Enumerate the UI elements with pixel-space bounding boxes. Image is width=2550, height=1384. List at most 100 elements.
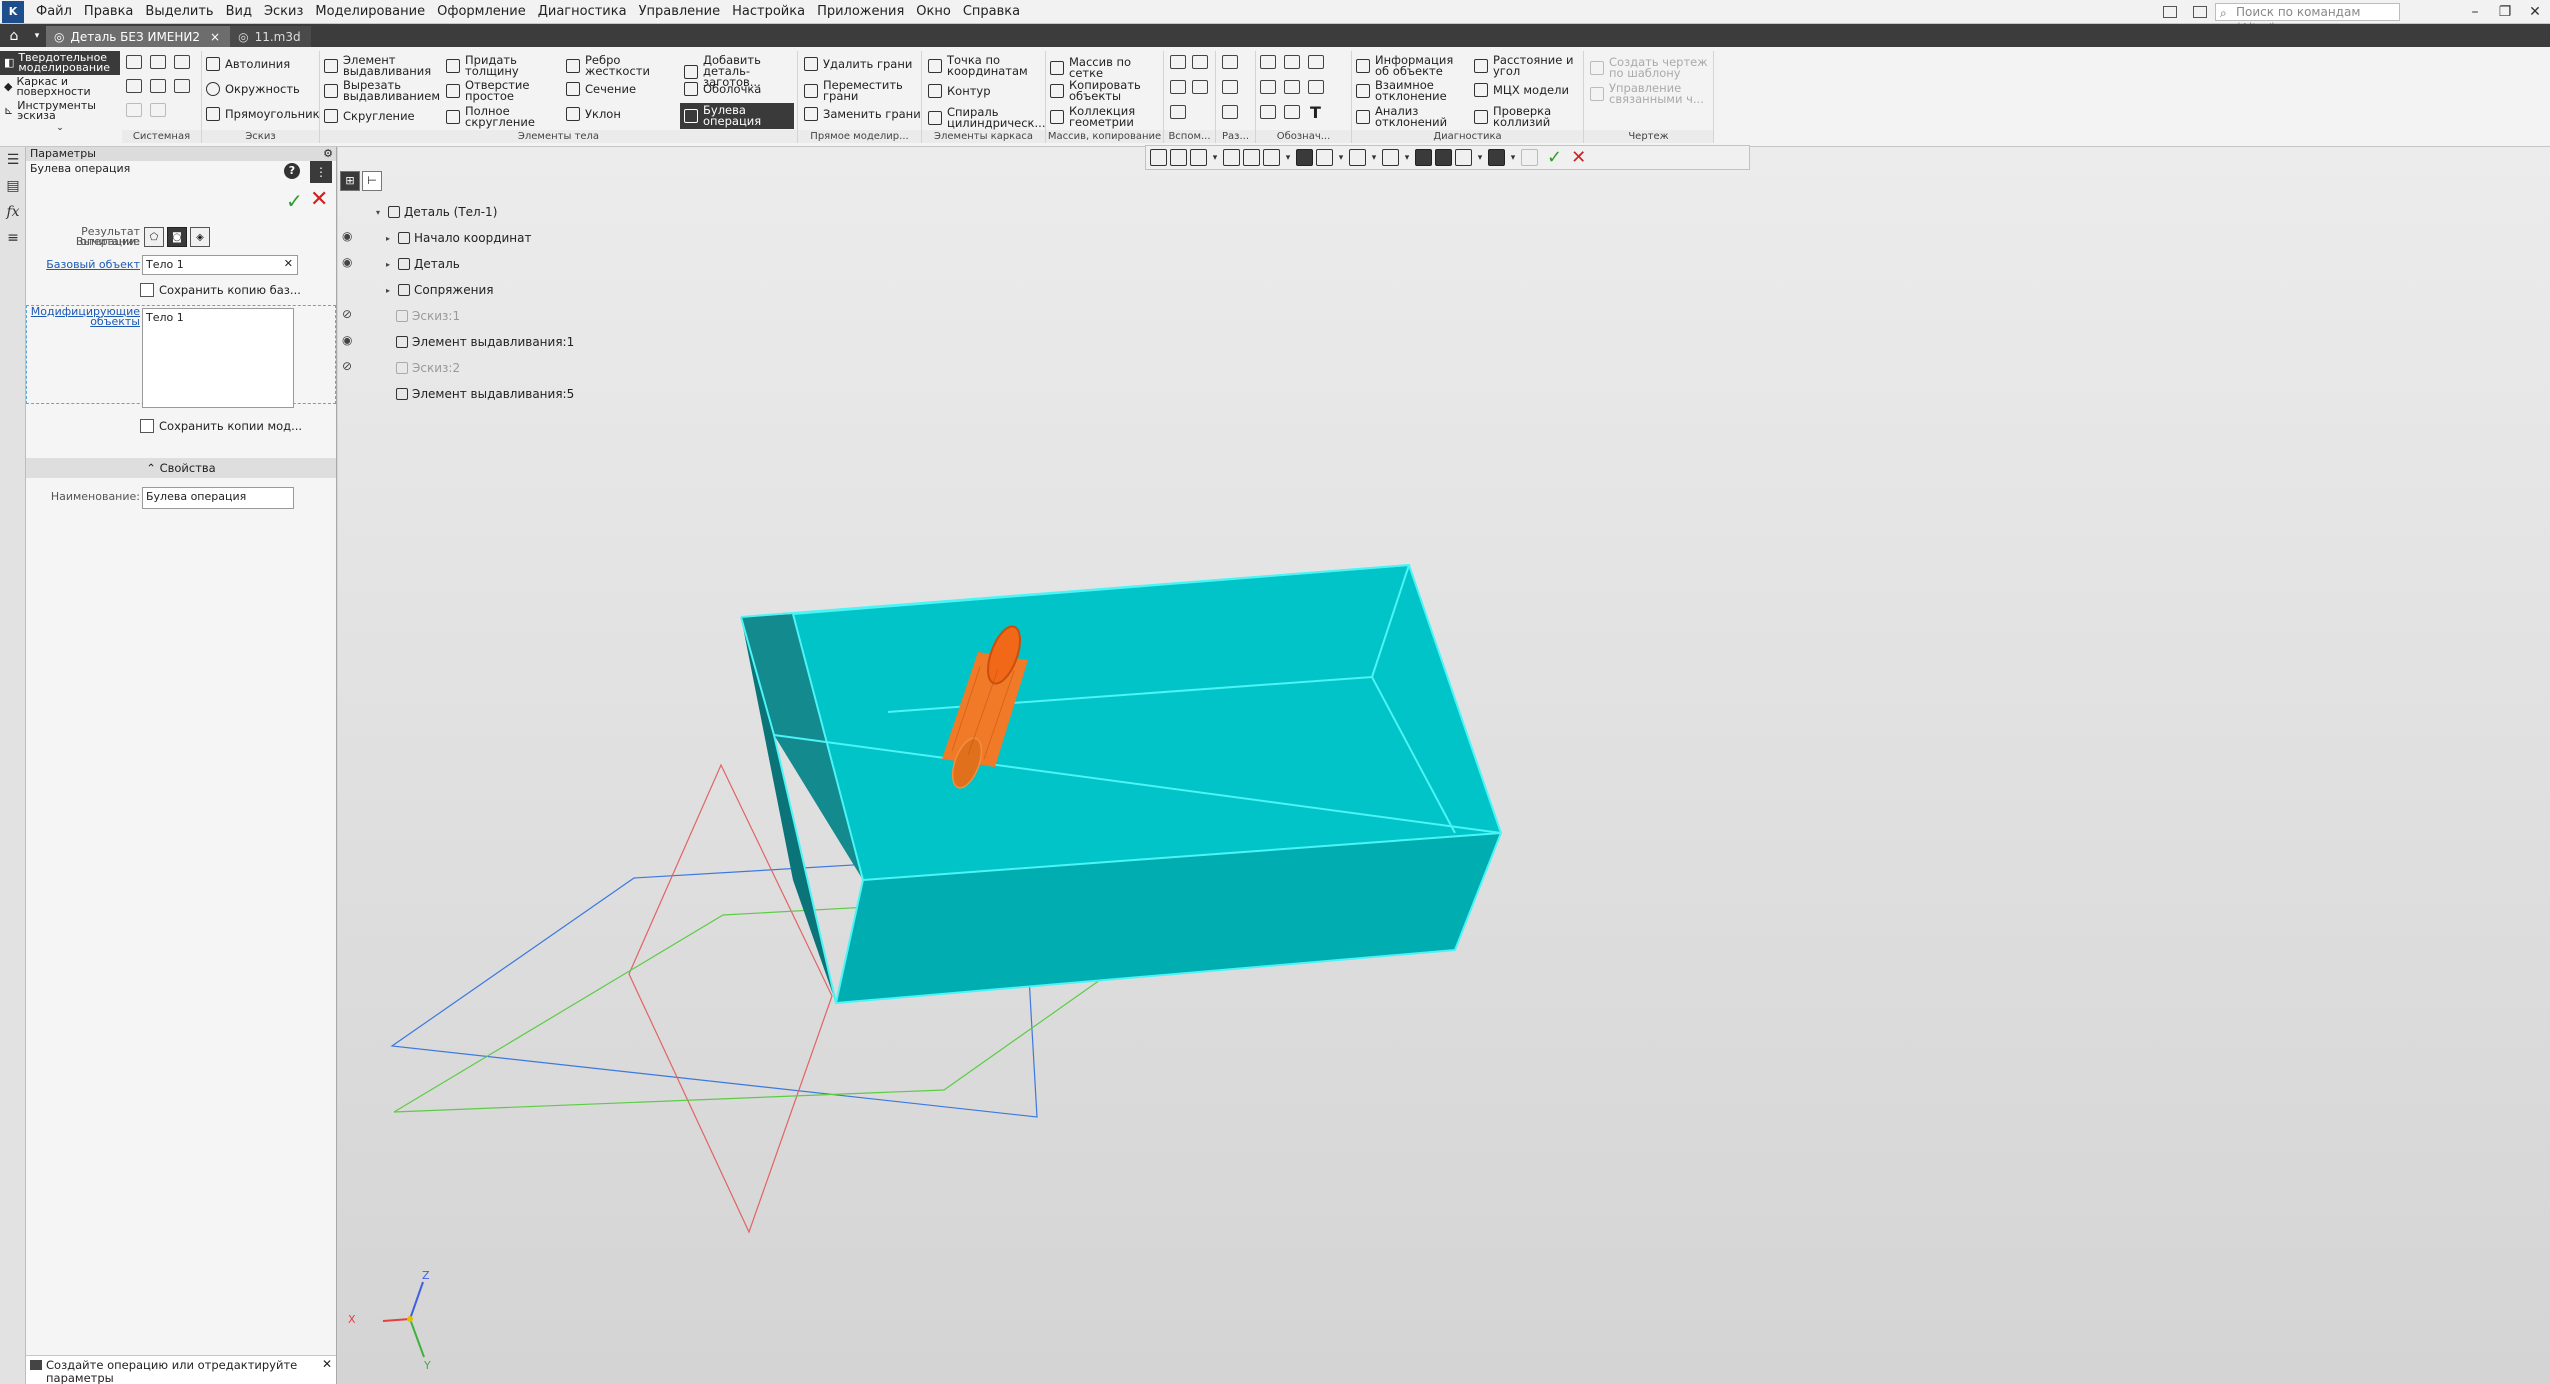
filter-dropdown-icon[interactable]: ▾ xyxy=(1508,153,1518,163)
tree-history-icon[interactable]: ⊢ xyxy=(362,171,382,191)
tree-item-mates[interactable]: ▸ Сопряжения xyxy=(386,281,493,299)
distance-angle-button[interactable]: Расстояние и угол xyxy=(1474,54,1582,77)
menu-management[interactable]: Управление xyxy=(633,0,727,24)
mode-expand-icon[interactable]: ⌄ xyxy=(0,123,120,133)
create-drawing-button[interactable]: Создать чертеж по шаблону xyxy=(1590,56,1708,79)
tabs-dropdown-icon[interactable]: ▾ xyxy=(28,24,46,47)
thicken-button[interactable]: Придать толщину xyxy=(446,54,546,77)
scene[interactable]: X Y Z xyxy=(338,147,2550,1384)
aux-axis-icon[interactable] xyxy=(1192,55,1208,69)
mass-props-button[interactable]: МЦХ модели xyxy=(1474,83,1569,97)
close-window-button[interactable]: ✕ xyxy=(2520,4,2550,20)
open-icon[interactable] xyxy=(150,55,166,69)
tab-11-m3d[interactable]: ◎ 11.m3d xyxy=(230,26,311,47)
menu-diagnostics[interactable]: Диагностика xyxy=(532,0,633,24)
aux-cs-icon[interactable] xyxy=(1192,80,1208,94)
shell-button[interactable]: Оболочка xyxy=(684,82,761,96)
note-icon-4[interactable] xyxy=(1260,80,1276,94)
collision-check-button[interactable]: Проверка коллизий xyxy=(1474,105,1574,128)
base-object-field[interactable]: Тело 1 ✕ xyxy=(142,255,298,275)
variables-icon[interactable]: fx xyxy=(0,199,26,225)
menu-window[interactable]: Окно xyxy=(910,0,957,24)
zoom-icon[interactable] xyxy=(1190,149,1207,166)
tree-item-part[interactable]: ▾ Деталь (Тел-1) xyxy=(376,203,497,221)
grid-array-button[interactable]: Массив по сетке xyxy=(1050,56,1163,79)
menu-modeling[interactable]: Моделирование xyxy=(309,0,431,24)
note-icon-3[interactable] xyxy=(1308,55,1324,69)
command-search-input[interactable]: ⌕ Поиск по командам (Alt+/) xyxy=(2215,3,2400,35)
3d-viewport[interactable]: X Y Z xyxy=(338,147,2550,1384)
replace-faces-button[interactable]: Заменить грани xyxy=(804,107,921,121)
mode-sketch-tools[interactable]: ⊾ Инструменты эскиза xyxy=(0,99,120,123)
menu-edit[interactable]: Правка xyxy=(78,0,139,24)
new-icon[interactable] xyxy=(126,55,142,69)
properties-section-header[interactable]: ⌃ Свойства xyxy=(26,458,336,478)
size-angle-icon[interactable] xyxy=(1222,105,1238,119)
filter-icon[interactable] xyxy=(1488,149,1505,166)
mode-surfaces[interactable]: ◆ Каркас и поверхности xyxy=(0,75,120,99)
point-by-coords-button[interactable]: Точка по координатам xyxy=(928,54,1040,77)
menu-settings[interactable]: Настройка xyxy=(726,0,811,24)
note-icon-6[interactable] xyxy=(1308,80,1324,94)
close-message-icon[interactable]: ✕ xyxy=(322,1358,332,1371)
note-icon-1[interactable] xyxy=(1260,55,1276,69)
aux-plane-icon[interactable] xyxy=(1170,55,1186,69)
grid-icon[interactable] xyxy=(1435,149,1452,166)
draft-button[interactable]: Уклон xyxy=(566,107,621,121)
modifying-objects-link[interactable]: Модифицирующие объекты xyxy=(28,306,140,327)
tree-item-sketch-1[interactable]: Эскиз:1 xyxy=(396,307,460,325)
menu-help[interactable]: Справка xyxy=(957,0,1026,24)
boolean-operation-button[interactable]: Булева операция xyxy=(680,103,794,129)
collapse-icon[interactable]: ▾ xyxy=(376,208,384,217)
menu-view[interactable]: Вид xyxy=(220,0,258,24)
tree-icon[interactable]: ☰ xyxy=(0,147,26,173)
gear-icon[interactable]: ⚙ xyxy=(323,147,333,161)
view-orientation-icon[interactable] xyxy=(1263,149,1280,166)
layers-view-icon[interactable] xyxy=(1455,149,1472,166)
save-mod-copy-checkbox[interactable]: Сохранить копии мод... xyxy=(140,419,302,433)
menu-sketch[interactable]: Эскиз xyxy=(258,0,309,24)
display-dropdown-icon[interactable]: ▾ xyxy=(1336,153,1346,163)
undo-icon[interactable] xyxy=(126,103,142,117)
geometry-collection-button[interactable]: Коллекция геометрии xyxy=(1050,105,1160,128)
apply-check-icon[interactable]: ✓ xyxy=(1547,147,1562,168)
mutual-deviation-button[interactable]: Взаимное отклонение xyxy=(1356,79,1466,102)
note-icon-5[interactable] xyxy=(1284,80,1300,94)
plane-yz[interactable] xyxy=(628,763,833,1234)
eye-icon[interactable]: ◉ xyxy=(342,229,352,243)
expand-icon[interactable]: ▸ xyxy=(386,234,394,243)
subtract-icon[interactable]: ◙ xyxy=(167,227,187,247)
checkbox-box[interactable] xyxy=(140,283,154,297)
note-icon-8[interactable] xyxy=(1284,105,1300,119)
clear-icon[interactable]: ✕ xyxy=(284,257,293,270)
pin-icon[interactable] xyxy=(1521,149,1538,166)
minimize-button[interactable]: – xyxy=(2460,4,2490,20)
rib-button[interactable]: Ребро жесткости xyxy=(566,54,656,77)
menu-select[interactable]: Выделить xyxy=(139,0,219,24)
rotate-icon[interactable] xyxy=(1243,149,1260,166)
manage-drawings-button[interactable]: Управление связанными ч... xyxy=(1590,82,1708,105)
cut-extrude-button[interactable]: Вырезать выдавливанием xyxy=(324,79,440,102)
union-icon[interactable]: ⬠ xyxy=(144,227,164,247)
rectangle-button[interactable]: Прямоугольник xyxy=(206,107,320,121)
mode-solid[interactable]: ◧ Твердотельное моделирование xyxy=(0,51,120,75)
note-icon-7[interactable] xyxy=(1260,105,1276,119)
home-icon[interactable]: ⌂ xyxy=(0,24,28,47)
tree-item-extrude-1[interactable]: Элемент выдавливания:1 xyxy=(396,333,574,351)
delete-faces-button[interactable]: Удалить грани xyxy=(804,57,912,71)
name-input[interactable]: Булева операция xyxy=(142,487,294,509)
pan-icon[interactable] xyxy=(1223,149,1240,166)
help-button[interactable]: ? xyxy=(284,163,300,179)
note-icon-2[interactable] xyxy=(1284,55,1300,69)
autoline-button[interactable]: Автолиния xyxy=(206,57,290,71)
eye-icon[interactable]: ◉ xyxy=(342,333,352,347)
eye-hidden-icon[interactable]: ⊘ xyxy=(342,307,352,321)
fit-icon[interactable] xyxy=(1170,149,1187,166)
save-all-icon[interactable] xyxy=(174,79,190,93)
box-top-face[interactable] xyxy=(793,565,1501,880)
object-info-button[interactable]: Информация об объекте xyxy=(1356,54,1470,77)
menu-apps[interactable]: Приложения xyxy=(811,0,910,24)
zoom-dropdown-icon[interactable]: ▾ xyxy=(1210,153,1220,163)
size-radial-icon[interactable] xyxy=(1222,80,1238,94)
close-tab-icon[interactable]: × xyxy=(210,30,220,44)
